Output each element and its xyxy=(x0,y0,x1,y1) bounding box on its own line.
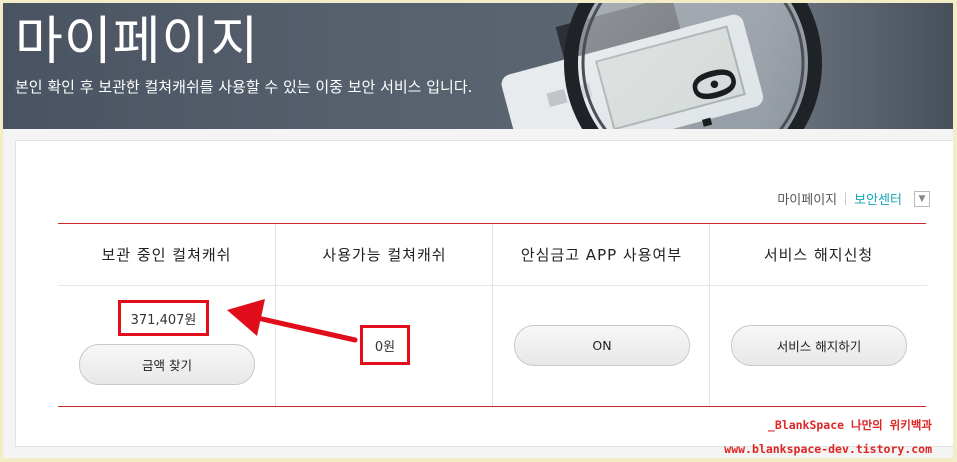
page-frame: 0. 마이페이지 본인 확인 후 보관한 컬쳐캐쉬를 사용할 수 있는 이중 보… xyxy=(3,3,953,458)
red-arrow-annotation xyxy=(227,299,358,343)
